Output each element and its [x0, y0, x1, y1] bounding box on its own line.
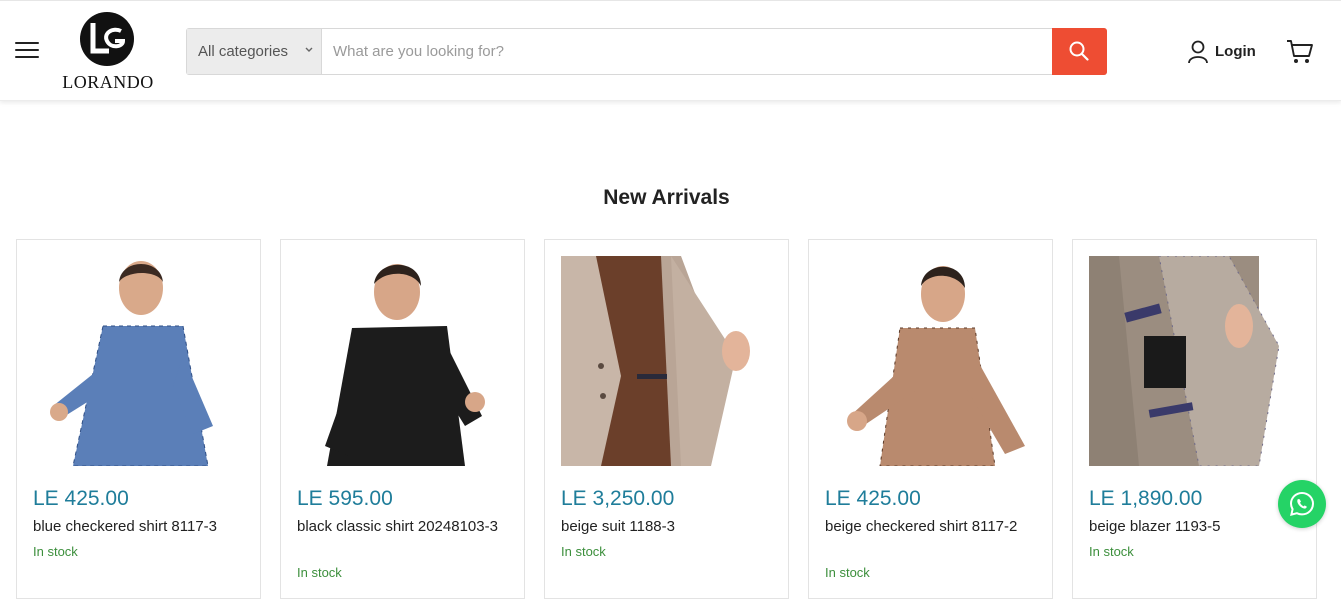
hamburger-menu-icon[interactable]	[15, 42, 39, 60]
product-title[interactable]: beige checkered shirt 8117-2	[825, 516, 1037, 537]
product-price: LE 3,250.00	[561, 487, 675, 510]
product-image	[33, 256, 245, 466]
whatsapp-icon	[1289, 491, 1315, 516]
site-logo[interactable]: LORANDO	[56, 11, 160, 93]
product-card[interactable]: LE 3,250.00 beige suit 1188-3 In stock	[544, 239, 789, 599]
product-card[interactable]: LE 595.00 black classic shirt 20248103-3…	[280, 239, 525, 599]
site-header: LORANDO All categories Login	[0, 0, 1341, 101]
category-select[interactable]: All categories	[187, 29, 322, 74]
user-icon	[1188, 40, 1208, 64]
product-image	[561, 256, 773, 466]
product-title[interactable]: beige suit 1188-3	[561, 516, 773, 537]
product-image	[297, 256, 509, 466]
category-select-label: All categories	[198, 43, 289, 60]
cart-icon[interactable]	[1286, 39, 1314, 65]
product-title[interactable]: beige blazer 1193-5	[1089, 516, 1301, 537]
search-icon	[1069, 41, 1089, 61]
whatsapp-button[interactable]	[1278, 480, 1326, 528]
product-title[interactable]: black classic shirt 20248103-3	[297, 516, 509, 537]
product-title[interactable]: blue checkered shirt 8117-3	[33, 516, 245, 537]
chevron-down-icon	[305, 47, 313, 52]
product-card[interactable]: LE 425.00 beige checkered shirt 8117-2 I…	[808, 239, 1053, 599]
product-image	[1089, 256, 1301, 466]
stock-status: In stock	[825, 565, 870, 580]
logo-text: LORANDO	[62, 72, 154, 92]
product-price: LE 425.00	[825, 487, 921, 510]
stock-status: In stock	[33, 544, 78, 559]
search-bar: All categories	[186, 28, 1107, 75]
product-card[interactable]: LE 1,890.00 beige blazer 1193-5 In stock	[1072, 239, 1317, 599]
lorando-logo-icon	[80, 12, 134, 66]
product-image	[825, 256, 1037, 466]
search-input[interactable]	[323, 29, 1054, 74]
stock-status: In stock	[1089, 544, 1134, 559]
search-button[interactable]	[1052, 28, 1107, 75]
product-card[interactable]: LE 425.00 blue checkered shirt 8117-3 In…	[16, 239, 261, 599]
product-price: LE 1,890.00	[1089, 487, 1203, 510]
stock-status: In stock	[561, 544, 606, 559]
product-price: LE 425.00	[33, 487, 129, 510]
login-label: Login	[1215, 43, 1256, 60]
product-price: LE 595.00	[297, 487, 393, 510]
section-title: New Arrivals	[603, 186, 730, 209]
stock-status: In stock	[297, 565, 342, 580]
